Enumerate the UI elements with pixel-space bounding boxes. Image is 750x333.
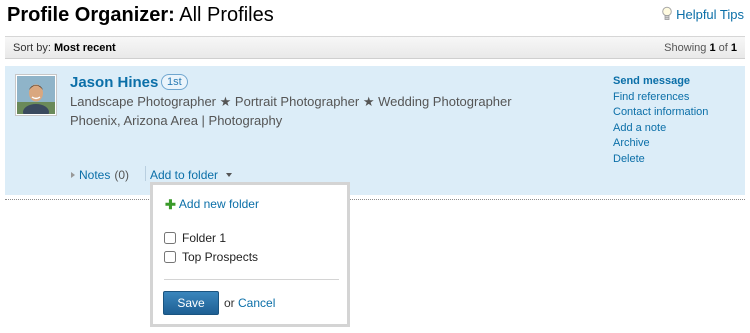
save-button[interactable]: Save [163,291,219,315]
add-to-folder-label: Add to folder [150,168,219,182]
plus-icon: ✚ [165,196,176,212]
folder-dropdown: ✚ Add new folder Folder 1 Top Prospects … [150,182,350,327]
profile-card: Jason Hines 1st Landscape Photographer ★… [5,66,745,195]
send-message-link[interactable]: Send message [613,74,708,90]
headline-part: Portrait Photographer [234,94,360,109]
triangle-right-icon [71,172,75,178]
helpful-tips-label: Helpful Tips [676,6,744,22]
headline-part: Landscape Photographer [70,94,217,109]
result-count: Showing 1 of 1 [664,42,737,54]
add-new-folder-label: Add new folder [178,197,259,211]
notes-label: Notes [79,168,111,182]
sort-bar: Sort by: Most recent Showing 1 of 1 [5,36,745,59]
sort-value: Most recent [53,42,116,54]
profile-name-link[interactable]: Jason Hines [70,74,158,91]
add-note-link[interactable]: Add a note [613,121,708,137]
folder-label: Top Prospects [182,250,259,264]
notes-count: (0) [114,168,130,182]
folder-option[interactable]: Folder 1 [164,231,226,245]
folder-checkbox[interactable] [164,232,176,244]
connection-degree-badge: 1st [161,74,188,90]
showing-current: 1 [709,42,716,54]
archive-link[interactable]: Archive [613,136,708,152]
divider [5,199,745,200]
showing-total: 1 [730,42,737,54]
add-to-folder-button[interactable]: Add to folder [150,168,233,182]
contact-information-link[interactable]: Contact information [613,105,708,121]
sort-control[interactable]: Sort by: Most recent [13,42,116,54]
add-new-folder-link[interactable]: ✚ Add new folder [165,197,259,211]
showing-prefix: Showing [664,42,707,54]
delete-link[interactable]: Delete [613,152,708,168]
notes-toggle[interactable]: Notes (0) [71,168,129,182]
find-references-link[interactable]: Find references [613,90,708,106]
avatar[interactable] [15,74,57,116]
page-title-bold: Profile Organizer: [7,4,175,26]
profile-actions: Send message Find references Contact inf… [613,74,708,167]
folder-option[interactable]: Top Prospects [164,250,258,264]
sort-label: Sort by: [13,42,51,54]
or-text: or [224,296,235,310]
helpful-tips-link[interactable]: Helpful Tips [662,6,744,22]
page-title: Profile Organizer: All Profiles [7,4,274,27]
profile-location: Phoenix, Arizona Area | Photography [70,113,283,128]
page-title-rest: All Profiles [179,4,274,26]
headline-part: Wedding Photographer [378,94,512,109]
star-separator-icon: ★ [362,94,375,109]
profile-headline: Landscape Photographer ★ Portrait Photog… [70,94,512,110]
chevron-down-icon [226,173,233,177]
cancel-link[interactable]: Cancel [238,296,275,310]
lightbulb-icon [662,6,672,22]
folder-checkbox[interactable] [164,251,176,263]
folder-label: Folder 1 [182,231,227,245]
star-separator-icon: ★ [219,94,232,109]
divider [164,279,339,280]
showing-of: of [718,42,728,54]
divider [145,166,146,181]
